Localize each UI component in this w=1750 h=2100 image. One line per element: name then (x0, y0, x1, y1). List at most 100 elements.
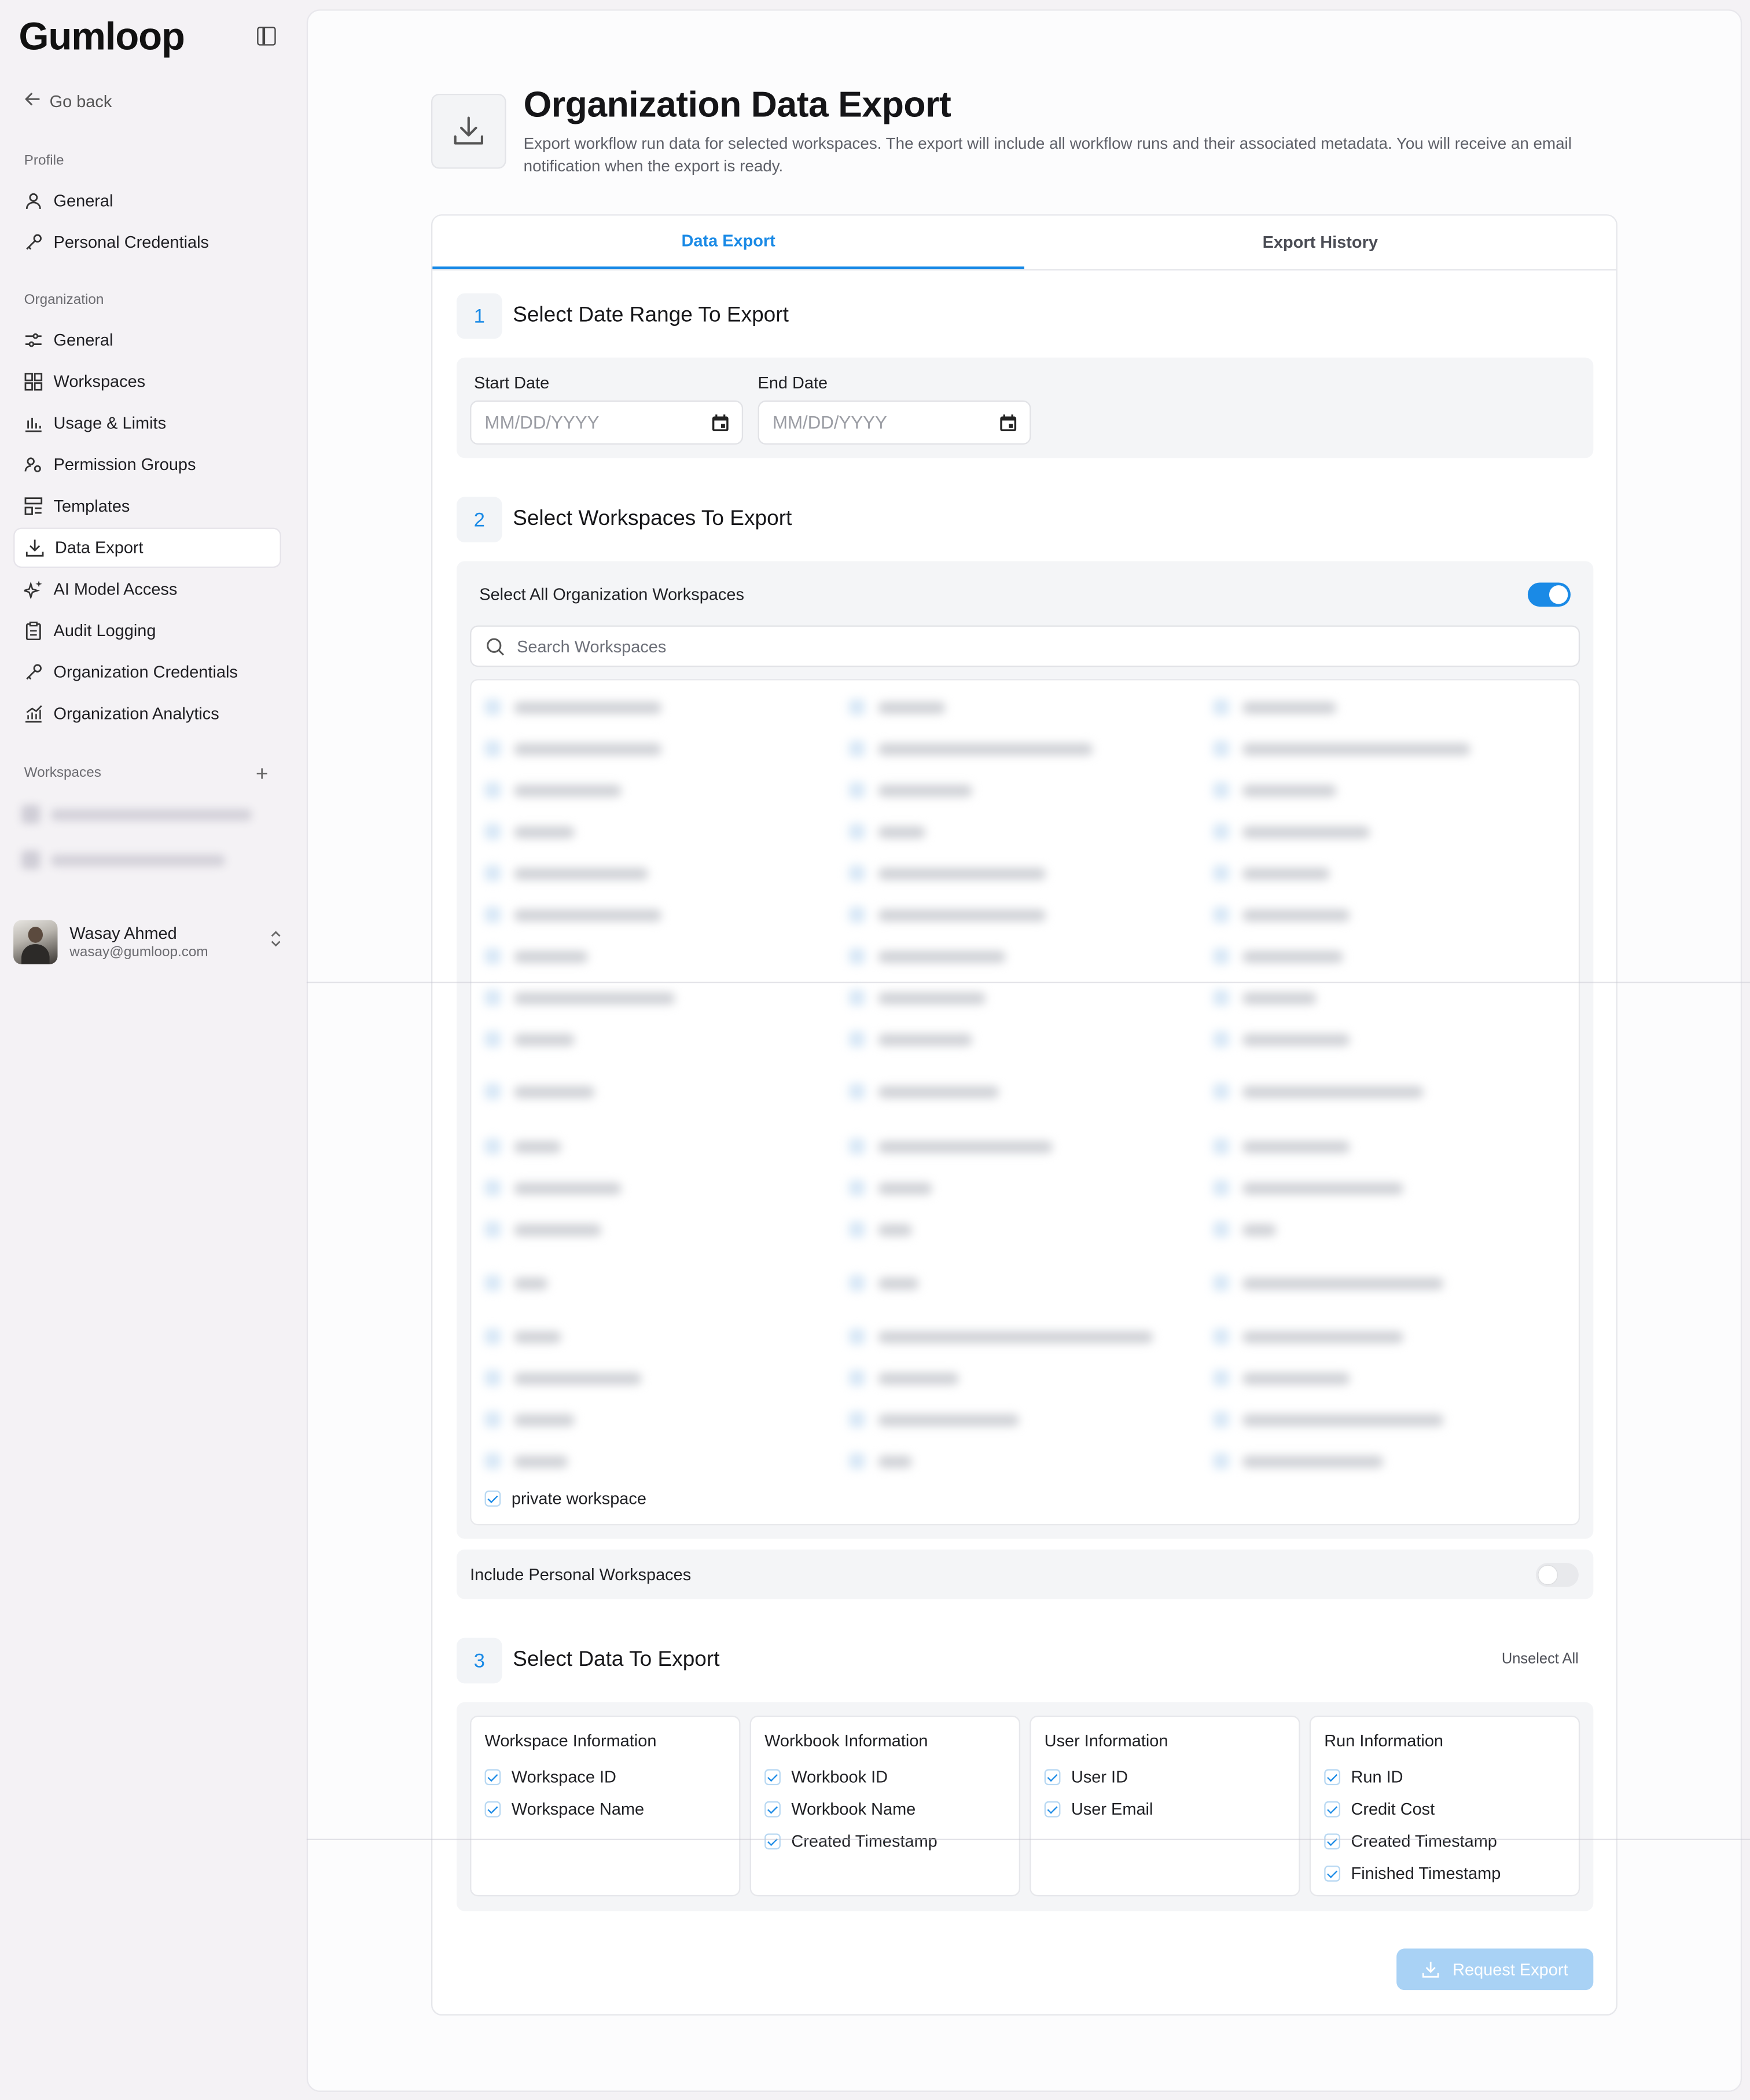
end-date-input[interactable]: MM/DD/YYYY (758, 400, 1031, 445)
checkbox-checked-icon[interactable] (848, 989, 865, 1006)
blurred-workspace-item[interactable] (848, 1406, 1019, 1433)
workspace-item[interactable]: private workspace (484, 1489, 646, 1508)
checkbox-checked-icon[interactable] (848, 1221, 865, 1238)
blurred-workspace-item[interactable] (484, 860, 648, 886)
blurred-workspace-item[interactable] (484, 1216, 601, 1243)
checkbox-checked-icon[interactable] (484, 1769, 501, 1786)
checkbox-checked-icon[interactable] (848, 1083, 865, 1100)
blurred-workspace-item[interactable] (848, 1269, 919, 1296)
checkbox-checked-icon[interactable] (484, 699, 501, 715)
blurred-workspace-item[interactable] (484, 1026, 575, 1052)
gumloop-logo[interactable]: Gumloop (19, 16, 185, 60)
field-option[interactable]: Workspace Name (484, 1793, 726, 1826)
request-export-button[interactable]: Request Export (1396, 1948, 1594, 1991)
checkbox-checked-icon[interactable] (1213, 1370, 1229, 1386)
blurred-workspace-item[interactable] (484, 693, 661, 720)
blurred-workspace-item[interactable] (484, 1406, 575, 1433)
blurred-workspace-item[interactable] (484, 1323, 561, 1350)
sidebar-item-organization-analytics[interactable]: Organization Analytics (13, 693, 281, 733)
blurred-workspace-item[interactable] (484, 777, 622, 803)
sidebar-item-personal-credentials[interactable]: Personal Credentials (13, 222, 281, 262)
checkbox-checked-icon[interactable] (484, 1031, 501, 1048)
field-option[interactable]: Created Timestamp (764, 1826, 1005, 1858)
blurred-workspace-item[interactable] (484, 818, 575, 845)
sidebar-item-workspaces[interactable]: Workspaces (13, 362, 281, 402)
blurred-workspace-item[interactable] (848, 1026, 972, 1052)
tab-data-export[interactable]: Data Export (432, 216, 1024, 270)
calendar-icon[interactable] (711, 414, 730, 432)
blurred-workspace-item[interactable] (1213, 1078, 1424, 1105)
checkbox-checked-icon[interactable] (848, 823, 865, 840)
checkbox-checked-icon[interactable] (484, 740, 501, 757)
checkbox-checked-icon[interactable] (1213, 989, 1229, 1006)
tab-export-history[interactable]: Export History (1024, 216, 1616, 270)
checkbox-checked-icon[interactable] (484, 1138, 501, 1155)
sidebar-item-audit-logging[interactable]: Audit Logging (13, 611, 281, 651)
checkbox-checked-icon[interactable] (1213, 823, 1229, 840)
blurred-workspace-item[interactable] (848, 1133, 1053, 1159)
field-option[interactable]: Workbook Name (764, 1793, 1005, 1826)
checkbox-checked-icon[interactable] (484, 1411, 501, 1428)
calendar-icon[interactable] (999, 414, 1017, 432)
blurred-workspace-item[interactable] (1213, 1133, 1350, 1159)
blurred-workspace-item[interactable] (1213, 735, 1470, 762)
checkbox-checked-icon[interactable] (1213, 1083, 1229, 1100)
blurred-workspace-item[interactable] (484, 1269, 548, 1296)
blurred-workspace-item[interactable] (1213, 818, 1370, 845)
blurred-workspace-item[interactable] (484, 1133, 561, 1159)
checkbox-checked-icon[interactable] (484, 782, 501, 798)
checkbox-checked-icon[interactable] (848, 906, 865, 923)
checkbox-checked-icon[interactable] (484, 865, 501, 882)
field-option[interactable]: Workbook ID (764, 1761, 1005, 1794)
checkbox-checked-icon[interactable] (484, 1275, 501, 1291)
field-option[interactable]: Run ID (1324, 1761, 1565, 1794)
field-option[interactable]: User Email (1044, 1793, 1285, 1826)
blurred-workspace-item[interactable] (848, 818, 925, 845)
checkbox-checked-icon[interactable] (848, 1453, 865, 1470)
field-option[interactable]: Workspace ID (484, 1761, 726, 1794)
blurred-workspace-item[interactable] (484, 1448, 568, 1474)
checkbox-checked-icon[interactable] (1213, 906, 1229, 923)
blurred-workspace-item[interactable] (1213, 985, 1317, 1011)
sidebar-item-templates[interactable]: Templates (13, 486, 281, 526)
checkbox-checked-icon[interactable] (484, 1221, 501, 1238)
sidebar-item-data-export[interactable]: Data Export (13, 527, 281, 568)
checkbox-checked-icon[interactable] (848, 1275, 865, 1291)
checkbox-checked-icon[interactable] (1213, 782, 1229, 798)
blurred-workspace-item[interactable] (1213, 1216, 1276, 1243)
checkbox-checked-icon[interactable] (1324, 1801, 1341, 1818)
blurred-workspace-item[interactable] (848, 860, 1046, 886)
blurred-workspace-item[interactable] (484, 1078, 595, 1105)
go-back-link[interactable]: Go back (24, 91, 112, 111)
sidebar-item-organization-credentials[interactable]: Organization Credentials (13, 652, 281, 692)
start-date-input[interactable]: MM/DD/YYYY (470, 400, 744, 445)
sidebar-collapse-icon[interactable] (257, 27, 276, 46)
field-option[interactable]: Created Timestamp (1324, 1826, 1565, 1858)
blurred-workspace-item[interactable] (484, 1174, 622, 1201)
field-option[interactable]: Finished Timestamp (1324, 1857, 1565, 1890)
blurred-workspace-item[interactable] (1213, 1269, 1444, 1296)
checkbox-checked-icon[interactable] (1044, 1801, 1061, 1818)
checkbox-checked-icon[interactable] (1213, 1275, 1229, 1291)
blurred-workspace-item[interactable] (1213, 1026, 1350, 1052)
blurred-workspace-item[interactable] (484, 1365, 642, 1392)
blurred-workspace-item[interactable] (484, 735, 661, 762)
blurred-workspace-item[interactable] (1213, 1448, 1384, 1474)
checkbox-checked-icon[interactable] (848, 1328, 865, 1345)
blurred-workspace-item[interactable] (848, 1448, 912, 1474)
checkbox-checked-icon[interactable] (484, 948, 501, 964)
blurred-workspace-item[interactable] (484, 985, 675, 1011)
blurred-workspace-item[interactable] (848, 1174, 932, 1201)
blurred-workspace-item[interactable] (848, 1078, 999, 1105)
checkbox-checked-icon[interactable] (1324, 1865, 1341, 1882)
search-workspaces-input[interactable]: Search Workspaces (470, 625, 1580, 667)
blurred-workspace-item[interactable] (848, 985, 986, 1011)
checkbox-checked-icon[interactable] (1213, 1328, 1229, 1345)
include-personal-toggle[interactable] (1535, 1563, 1579, 1587)
blurred-workspace-item[interactable] (21, 846, 270, 873)
blurred-workspace-item[interactable] (1213, 1365, 1350, 1392)
field-option[interactable]: User ID (1044, 1761, 1285, 1794)
checkbox-checked-icon[interactable] (848, 1031, 865, 1048)
checkbox-checked-icon[interactable] (764, 1769, 781, 1786)
blurred-workspace-item[interactable] (848, 693, 946, 720)
